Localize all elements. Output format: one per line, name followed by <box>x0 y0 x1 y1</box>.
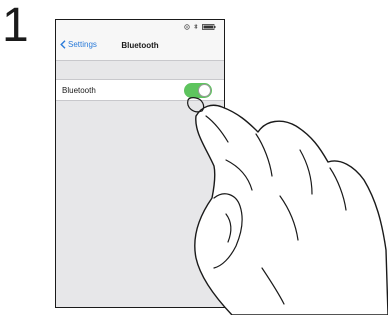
phone-screen: Settings Bluetooth Bluetooth <box>55 19 225 308</box>
location-icon <box>184 23 190 30</box>
battery-icon <box>202 23 216 30</box>
status-bar <box>56 20 224 34</box>
nav-bar: Settings Bluetooth <box>56 34 224 61</box>
status-icons <box>184 23 216 30</box>
step-number: 1 <box>2 0 29 52</box>
bluetooth-row-label: Bluetooth <box>62 86 96 95</box>
bluetooth-icon <box>194 23 198 30</box>
page-title: Bluetooth <box>121 41 159 50</box>
bluetooth-toggle[interactable] <box>184 83 212 98</box>
toggle-knob <box>198 84 211 97</box>
bluetooth-row: Bluetooth <box>56 79 224 101</box>
